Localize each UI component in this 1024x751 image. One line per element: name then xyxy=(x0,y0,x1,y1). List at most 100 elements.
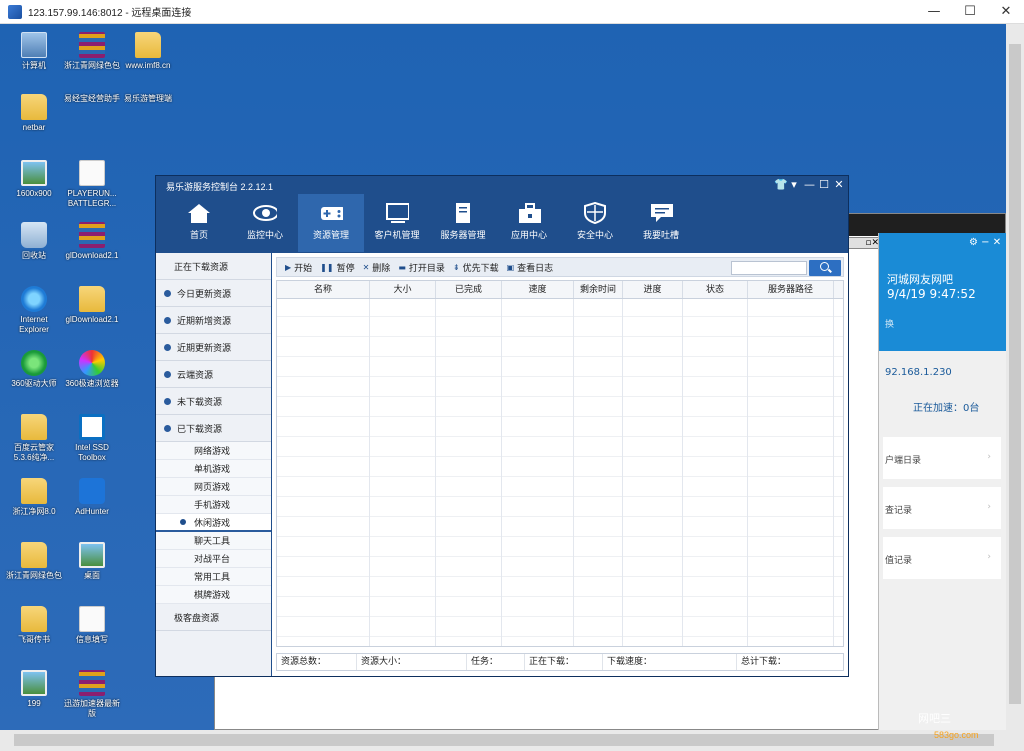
resource-sidebar: 正在下载资源 今日更新资源 近期新增资源 近期更新资源 云端资源 未下载资源 已… xyxy=(156,253,271,676)
desktop-icon-desktop[interactable]: 桌面 xyxy=(64,542,120,581)
bullet-icon xyxy=(164,343,171,351)
search-input[interactable] xyxy=(731,261,807,275)
view-log-button[interactable]: ▣ 查看日志 xyxy=(507,261,554,274)
desktop-icon-feige[interactable]: 飞哥传书 xyxy=(6,606,62,645)
nav-servers[interactable]: 服务器管理 xyxy=(430,194,496,252)
main-nav: 首页 监控中心 资源管理 客户机管理 服务器管理 应用中心 安全中心 我要吐槽 xyxy=(156,194,848,252)
desktop-icon-computer[interactable]: 计算机 xyxy=(6,32,62,71)
col-name[interactable]: 名称 xyxy=(277,281,370,298)
skin-icon[interactable]: 👕 xyxy=(774,178,788,191)
internet-explorer-icon xyxy=(21,286,47,312)
desktop-icon-yileyou[interactable]: 易乐游管理端 xyxy=(120,94,301,295)
nav-monitor[interactable]: 监控中心 xyxy=(232,194,298,252)
vertical-scrollbar[interactable] xyxy=(1006,24,1024,730)
sidebar-item-cloud[interactable]: 云端资源 xyxy=(156,361,271,388)
sidebar-sub-battle-platform[interactable]: 对战平台 xyxy=(156,550,271,568)
desktop-icon-gldownload[interactable]: glDownload2.1 xyxy=(64,222,120,261)
col-progress[interactable]: 进度 xyxy=(623,281,683,298)
panel-controls[interactable]: ⚙ − ✕ xyxy=(969,237,1001,248)
desktop-icon-xunyou[interactable]: 迅游加速器最新版 xyxy=(64,670,120,719)
folder-icon xyxy=(21,542,47,568)
delete-button[interactable]: ✕ 删除 xyxy=(363,261,391,274)
nav-home[interactable]: 首页 xyxy=(166,194,232,252)
background-window-controls[interactable]: ▫✕ xyxy=(848,237,880,249)
bullet-icon xyxy=(164,397,171,405)
folder-icon xyxy=(21,606,47,632)
desktop-icon-intel-ssd[interactable]: Intel SSD Toolbox xyxy=(64,414,120,463)
desktop-icon-jingwang[interactable]: 浙江净网8.0 xyxy=(6,478,62,517)
search-button[interactable] xyxy=(809,260,841,276)
sidebar-sub-online-games[interactable]: 网络游戏 xyxy=(156,442,271,460)
col-speed[interactable]: 速度 xyxy=(502,281,574,298)
sidebar-sub-web-games[interactable]: 网页游戏 xyxy=(156,478,271,496)
desktop-icon-recycle-bin[interactable]: 回收站 xyxy=(6,222,62,261)
menu-icon[interactable]: ▾ xyxy=(789,178,799,191)
pause-button[interactable]: ❚❚ 暂停 xyxy=(320,261,354,274)
rdp-title-bar: 123.157.99.146:8012 - 远程桌面连接 — ☐ ✕ xyxy=(0,0,1024,24)
sidebar-sub-casual-games[interactable]: 休闲游戏 xyxy=(156,514,271,532)
nav-security[interactable]: 安全中心 xyxy=(562,194,628,252)
desktop-icon-gldownload-folder[interactable]: glDownload2.1 xyxy=(64,286,120,325)
desktop-icon-netbar[interactable]: netbar xyxy=(6,94,62,133)
desktop-icon-green-pack[interactable]: 浙江青网绿色包 xyxy=(64,32,120,71)
col-status[interactable]: 状态 xyxy=(683,281,748,298)
desktop-icon-green-pack-folder[interactable]: 浙江青网绿色包 xyxy=(6,542,62,581)
sidebar-item-downloading[interactable]: 正在下载资源 xyxy=(156,253,271,280)
shield-icon xyxy=(583,202,607,224)
desktop-icon-info[interactable]: 信息填写 xyxy=(64,606,120,645)
sidebar-sub-single-games[interactable]: 单机游戏 xyxy=(156,460,271,478)
status-speed: 下载速度： xyxy=(603,654,737,670)
open-dir-button[interactable]: ▬ 打开目录 xyxy=(398,261,445,274)
sidebar-item-downloaded[interactable]: 已下载资源 xyxy=(156,415,271,442)
netbar-switch-link[interactable]: 换 xyxy=(885,317,894,330)
panel-card[interactable]: 户端日录 › xyxy=(883,437,1001,479)
netbar-name: 河城网友网吧 xyxy=(887,273,953,286)
start-button[interactable]: ▶ 开始 xyxy=(285,261,312,274)
minimize-button[interactable]: — xyxy=(916,0,952,24)
desktop-icon-pubg[interactable]: PLAYERUN... BATTLEGR... xyxy=(64,160,120,209)
bullet-icon xyxy=(164,370,171,378)
sidebar-sub-common-tools[interactable]: 常用工具 xyxy=(156,568,271,586)
desktop-icon-yijingbao[interactable]: 易经宝经营助手 xyxy=(64,94,245,295)
panel-card[interactable]: 查记录 › xyxy=(883,487,1001,529)
minimize-button[interactable]: — xyxy=(804,178,815,191)
col-completed[interactable]: 已完成 xyxy=(436,281,502,298)
horizontal-scrollbar[interactable] xyxy=(0,730,1024,751)
adhunter-icon xyxy=(79,478,105,504)
search-icon xyxy=(820,262,829,271)
sidebar-item-recent-new[interactable]: 近期新增资源 xyxy=(156,307,271,334)
desktop-icon-360-browser[interactable]: 360极速浏览器 xyxy=(64,350,120,389)
nav-feedback[interactable]: 我要吐槽 xyxy=(628,194,694,252)
sidebar-item-recent-update[interactable]: 近期更新资源 xyxy=(156,334,271,361)
desktop-icon-360-driver[interactable]: 360驱动大师 xyxy=(6,350,62,389)
app-window-controls: 👕 ▾ — ☐ ✕ xyxy=(774,178,844,191)
desktop-icon-1600x900[interactable]: 1600x900 xyxy=(6,160,62,199)
nav-apps[interactable]: 应用中心 xyxy=(496,194,562,252)
desktop-icon-baidu-cloud[interactable]: 百度云管家5.3.6纯净... xyxy=(6,414,62,463)
computer-icon xyxy=(21,32,47,58)
col-size[interactable]: 大小 xyxy=(370,281,436,298)
nav-resources[interactable]: 资源管理 xyxy=(298,194,364,252)
folder-icon xyxy=(21,94,47,120)
maximize-button[interactable]: ☐ xyxy=(819,178,829,191)
desktop-icon-adhunter[interactable]: AdHunter xyxy=(64,478,120,517)
folder-icon: ▬ xyxy=(398,262,406,272)
close-button[interactable]: ✕ xyxy=(834,178,844,191)
sidebar-sub-card-games[interactable]: 棋牌游戏 xyxy=(156,586,271,604)
desktop-icon-199[interactable]: 199 xyxy=(6,670,62,709)
col-server-path[interactable]: 服务器路径 xyxy=(748,281,834,298)
panel-card[interactable]: 值记录 › xyxy=(883,537,1001,579)
sidebar-sub-chat-tools[interactable]: 聊天工具 xyxy=(156,532,271,550)
sidebar-item-not-downloaded[interactable]: 未下载资源 xyxy=(156,388,271,415)
desktop-icon-imf8[interactable]: www.imf8.cn xyxy=(120,32,176,71)
desktop-icon-ie[interactable]: Internet Explorer xyxy=(6,286,62,335)
maximize-button[interactable]: ☐ xyxy=(952,0,988,24)
sidebar-item-today[interactable]: 今日更新资源 xyxy=(156,280,271,307)
sidebar-item-geek-disk[interactable]: 极客盘资源 xyxy=(156,604,271,631)
sidebar-sub-mobile-games[interactable]: 手机游戏 xyxy=(156,496,271,514)
nav-clients[interactable]: 客户机管理 xyxy=(364,194,430,252)
col-remaining[interactable]: 剩余时间 xyxy=(574,281,623,298)
priority-button[interactable]: ⇟ 优先下载 xyxy=(453,261,499,274)
image-icon xyxy=(21,160,47,186)
close-button[interactable]: ✕ xyxy=(988,0,1024,24)
